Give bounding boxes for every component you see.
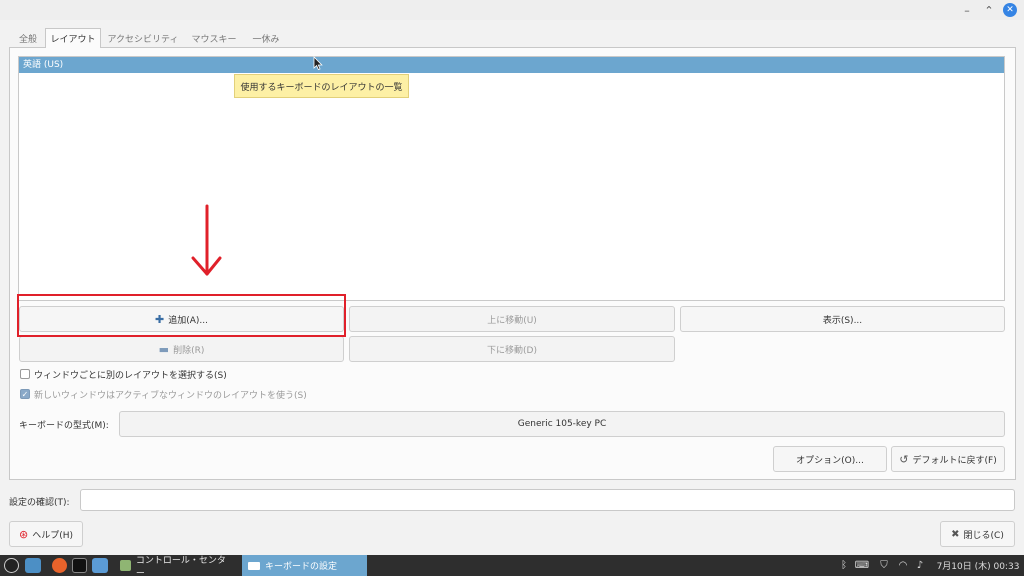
minus-icon: ▬: [158, 342, 170, 356]
checkbox-box[interactable]: [20, 369, 30, 379]
wifi-icon[interactable]: ◠: [896, 555, 910, 576]
clock[interactable]: 7月10日 (木) 00:33: [934, 555, 1022, 576]
maximize-icon[interactable]: ⌃: [980, 1, 998, 19]
keyboard-icon: [248, 561, 260, 570]
test-label: 設定の確認(T):: [9, 498, 70, 508]
title-bar: [0, 0, 1024, 20]
move-up-button[interactable]: 上に移動(U): [349, 306, 675, 332]
tab-typing-break[interactable]: 一休み: [244, 29, 288, 47]
bluetooth-icon[interactable]: ᛒ: [838, 555, 850, 576]
help-lifebuoy-icon: ⊛: [18, 527, 29, 541]
control-center-icon: [120, 560, 131, 571]
layout-row-selected[interactable]: 英語 (US): [19, 57, 1004, 73]
taskbar: コントロール・センター キーボードの設定 ᛒ ⌨ ⛉ ◠ ♪ 7月10日 (木)…: [0, 555, 1024, 576]
keyboard-model-label: キーボードの型式(M):: [19, 421, 109, 431]
annotation-highlight: [17, 294, 346, 337]
reset-defaults-button[interactable]: ↺ デフォルトに戻す(F): [891, 446, 1005, 472]
tab-layout[interactable]: レイアウト: [45, 28, 101, 48]
checkmark-icon[interactable]: ✓: [20, 389, 30, 399]
minimize-icon[interactable]: –: [958, 1, 976, 19]
show-desktop-icon[interactable]: [25, 558, 41, 573]
shield-icon[interactable]: ⛉: [876, 555, 892, 576]
file-manager-icon[interactable]: [92, 558, 108, 573]
tab-accessibility[interactable]: アクセシビリティ: [103, 29, 183, 47]
firefox-icon[interactable]: [52, 558, 67, 573]
close-button[interactable]: ✖ 閉じる(C): [940, 521, 1015, 547]
new-window-layout-checkbox[interactable]: ✓ 新しいウィンドウはアクティブなウィンドウのレイアウトを使う(S): [20, 386, 307, 402]
move-down-button[interactable]: 下に移動(D): [349, 336, 675, 362]
menu-logo-icon[interactable]: [4, 558, 19, 573]
tab-general[interactable]: 全般: [12, 29, 44, 47]
layout-list[interactable]: [18, 56, 1005, 301]
reset-icon: ↺: [899, 452, 909, 466]
tooltip: 使用するキーボードのレイアウトの一覧: [234, 74, 409, 98]
keyboard-model-button[interactable]: Generic 105-key PC: [119, 411, 1005, 437]
taskbar-keyboard-settings[interactable]: キーボードの設定: [242, 555, 367, 576]
options-button[interactable]: オプション(O)...: [773, 446, 887, 472]
test-input[interactable]: [80, 489, 1015, 511]
taskbar-control-center[interactable]: コントロール・センター: [114, 555, 240, 576]
annotation-arrow-icon: [191, 204, 222, 276]
remove-layout-button[interactable]: ▬ 削除(R): [19, 336, 344, 362]
volume-icon[interactable]: ♪: [912, 555, 928, 576]
close-x-icon: ✖: [951, 528, 960, 540]
mouse-cursor-icon: [313, 56, 323, 71]
show-layout-button[interactable]: 表示(S)...: [680, 306, 1005, 332]
close-icon[interactable]: ✕: [1003, 3, 1017, 17]
per-window-layout-checkbox[interactable]: ウィンドウごとに別のレイアウトを選択する(S): [20, 366, 227, 382]
tab-mouse-keys[interactable]: マウスキー: [186, 29, 242, 47]
terminal-icon[interactable]: [72, 558, 87, 573]
keyboard-tray-icon[interactable]: ⌨: [854, 555, 870, 576]
help-button[interactable]: ⊛ ヘルプ(H): [9, 521, 83, 547]
